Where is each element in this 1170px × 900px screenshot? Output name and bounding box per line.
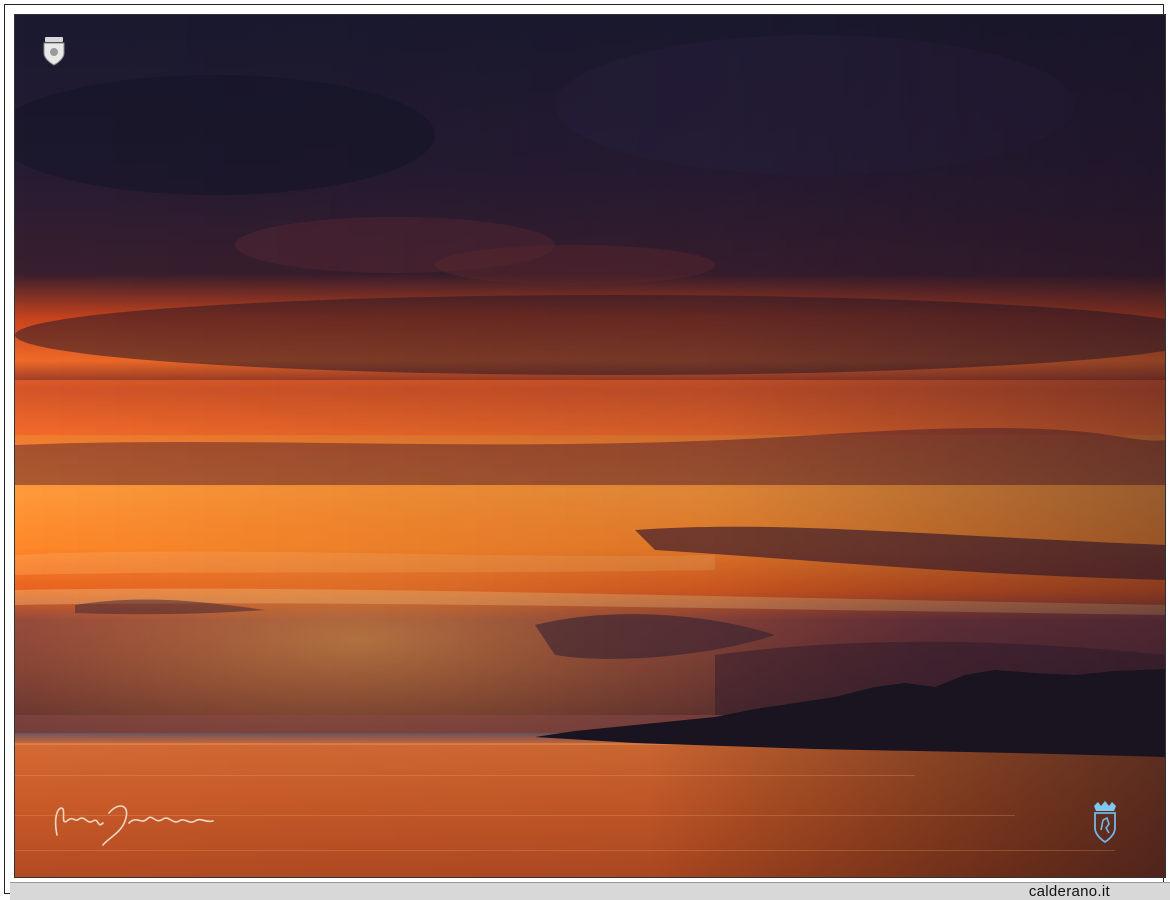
photo-frame: calderano.it — [4, 4, 1170, 900]
crest-emblem-icon — [43, 37, 65, 66]
sky-shade — [15, 15, 1165, 735]
footer-bar: calderano.it — [10, 882, 1170, 900]
sunset-photograph — [14, 14, 1166, 878]
handwritten-signature — [54, 805, 214, 846]
coat-of-arms-icon — [1094, 801, 1116, 844]
sunset-scene — [15, 15, 1165, 877]
site-label[interactable]: calderano.it — [1029, 883, 1110, 900]
